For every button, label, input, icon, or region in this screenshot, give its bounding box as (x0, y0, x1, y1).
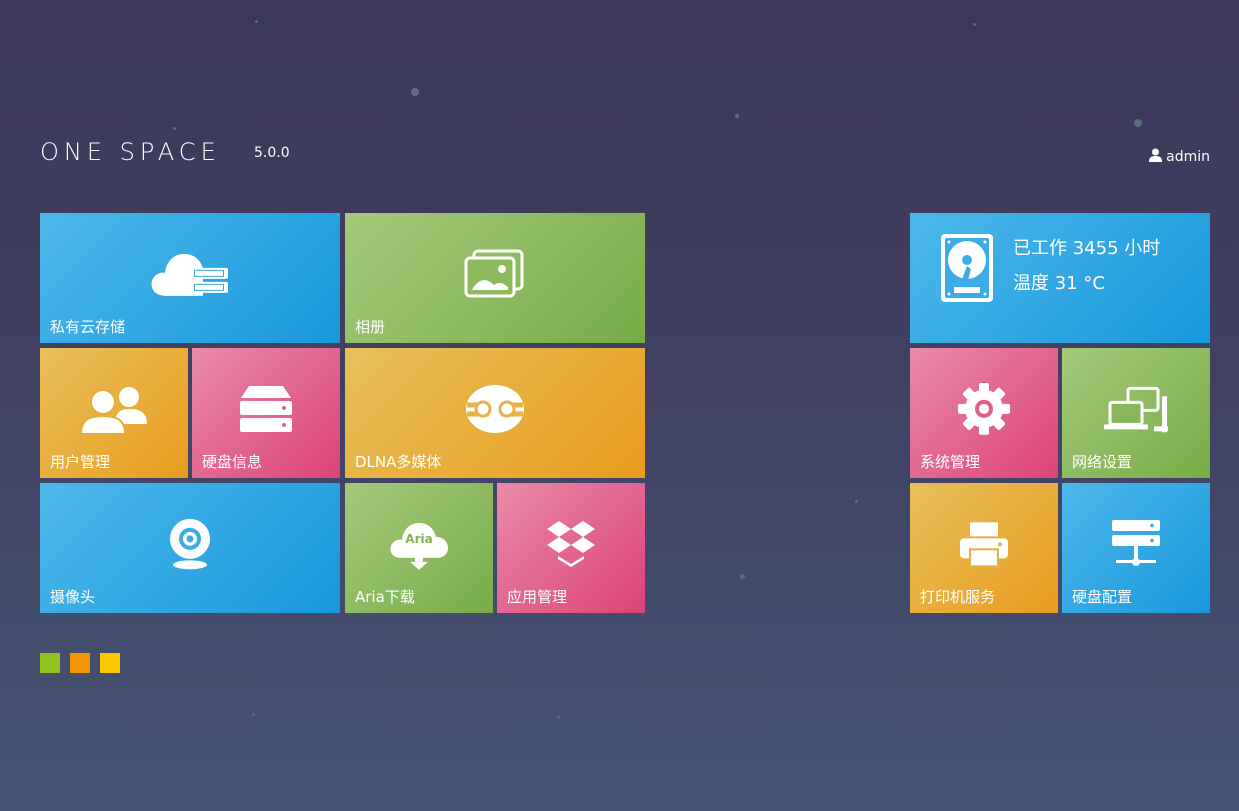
tile-label: 相册 (355, 318, 386, 336)
tile-label: 系统管理 (920, 453, 981, 471)
aria-icon-text: Aria (405, 531, 433, 546)
theme-swatch-green[interactable] (40, 653, 60, 673)
theme-swatch-orange[interactable] (70, 653, 90, 673)
background-star (173, 127, 176, 130)
webcam-icon (168, 518, 212, 570)
users-icon (79, 384, 149, 434)
tile-app-management[interactable]: 应用管理 (497, 483, 645, 613)
photo-album-icon (464, 249, 526, 299)
tile-label: Aria下载 (355, 588, 415, 606)
tile-user-management[interactable]: 用户管理 (40, 348, 188, 478)
background-star (973, 23, 976, 26)
theme-swatch-yellow[interactable] (100, 653, 120, 673)
dropbox-box-icon (545, 519, 597, 569)
tile-label: 网络设置 (1072, 453, 1133, 471)
disk-stack-icon (239, 384, 293, 434)
printer-icon (959, 521, 1009, 568)
tile-disk-status[interactable]: 已工作 3455 小时 温度 31 °C (910, 213, 1210, 343)
tile-label: 硬盘配置 (1072, 588, 1133, 606)
background-star (411, 88, 419, 96)
tile-label: DLNA多媒体 (355, 453, 442, 471)
tile-network-settings[interactable]: 网络设置 (1062, 348, 1210, 478)
tile-label: 私有云存储 (50, 318, 126, 336)
hard-drive-icon (940, 233, 994, 307)
gear-icon (958, 382, 1010, 435)
background-star (255, 20, 258, 23)
server-rack-icon (1111, 519, 1161, 569)
tile-label: 硬盘信息 (202, 453, 263, 471)
tile-disk-config[interactable]: 硬盘配置 (1062, 483, 1210, 613)
tile-printer-service[interactable]: 打印机服务 (910, 483, 1058, 613)
background-star (740, 574, 745, 579)
dlna-icon (465, 384, 525, 434)
user-menu[interactable]: admin (1149, 148, 1210, 166)
network-computers-icon (1104, 386, 1168, 433)
tile-disk-info[interactable]: 硬盘信息 (192, 348, 340, 478)
tile-camera[interactable]: 摄像头 (40, 483, 340, 613)
tile-label: 用户管理 (50, 453, 111, 471)
tile-dlna[interactable]: DLNA多媒体 (345, 348, 645, 478)
aria-download-icon: Aria (389, 518, 449, 570)
background-star (1134, 119, 1142, 127)
tile-label: 打印机服务 (920, 588, 996, 606)
user-name: admin (1166, 149, 1210, 165)
version-label: 5.0.0 (254, 145, 290, 161)
brand-logo: ONE SPACE (40, 138, 221, 166)
tile-album[interactable]: 相册 (345, 213, 645, 343)
tile-label: 应用管理 (507, 588, 568, 606)
background-star (252, 713, 255, 716)
tile-aria-download[interactable]: Aria Aria下载 (345, 483, 493, 613)
cloud-server-icon (148, 248, 232, 300)
temperature-text: 温度 31 °C (1013, 273, 1105, 294)
tile-system-management[interactable]: 系统管理 (910, 348, 1058, 478)
tile-label: 摄像头 (50, 588, 96, 606)
user-icon (1149, 148, 1163, 166)
uptime-text: 已工作 3455 小时 (1013, 238, 1161, 259)
tile-private-cloud[interactable]: 私有云存储 (40, 213, 340, 343)
background-star (735, 114, 739, 118)
background-star (855, 500, 858, 503)
background-star (557, 716, 560, 719)
